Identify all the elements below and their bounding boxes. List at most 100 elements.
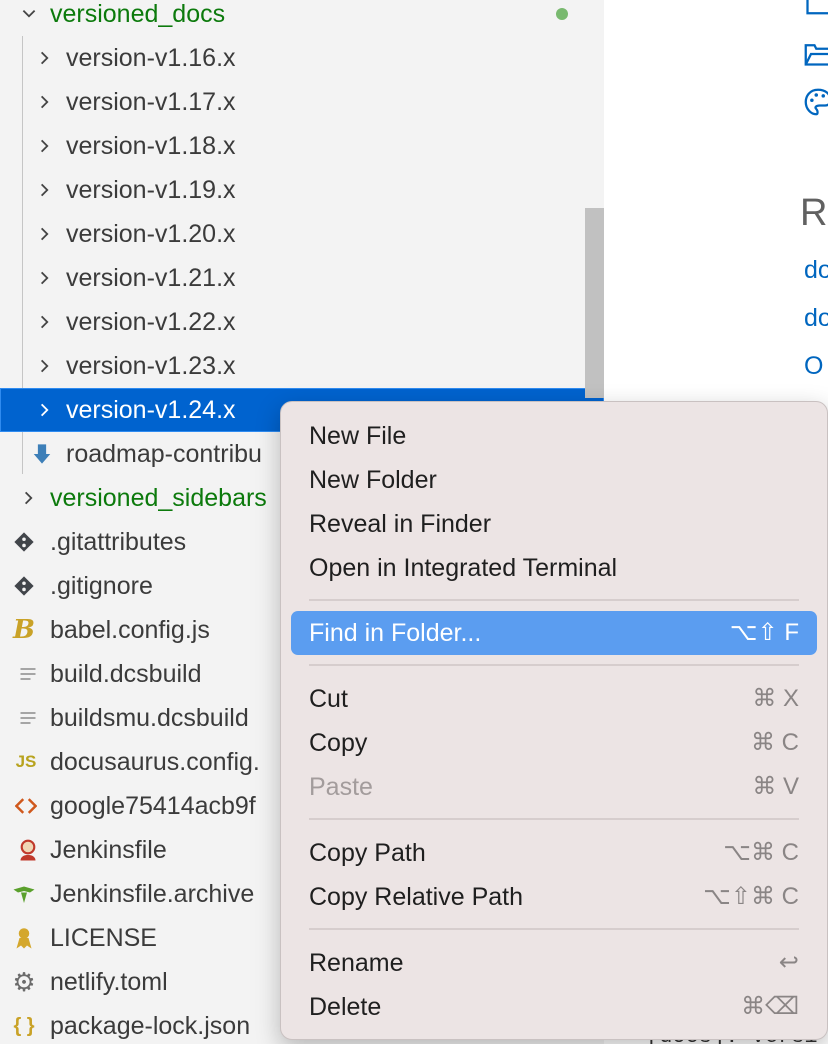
tree-item-version[interactable]: version-v1.16.x	[0, 36, 604, 80]
chevron-right-icon[interactable]	[32, 88, 58, 116]
menu-item-label: Rename	[309, 949, 404, 977]
tree-item-label: .gitattributes	[50, 528, 187, 556]
tree-item-label: build.dcsbuild	[50, 660, 202, 688]
tree-item-label: version-v1.23.x	[66, 352, 236, 380]
menu-item-label: Open in Integrated Terminal	[309, 554, 618, 582]
gear-icon: ⚙	[12, 966, 36, 997]
tree-item-label: babel.config.js	[50, 616, 210, 644]
menu-item-label: Copy Path	[309, 839, 426, 867]
tree-item-label: roadmap-contribu	[66, 440, 262, 468]
text-file-icon	[14, 704, 42, 732]
tree-item-label: version-v1.21.x	[66, 264, 236, 292]
tree-item-label: buildsmu.dcsbuild	[50, 704, 249, 732]
menu-item-label: Find in Folder...	[309, 619, 482, 647]
tree-item-label: version-v1.22.x	[66, 308, 236, 336]
chevron-right-icon[interactable]	[32, 132, 58, 160]
chevron-right-icon[interactable]	[16, 484, 42, 512]
chevron-right-icon[interactable]	[32, 396, 58, 424]
menu-item-copy[interactable]: Copy ⌘ C	[291, 721, 817, 765]
tree-item-version[interactable]: version-v1.19.x	[0, 168, 604, 212]
menu-item-copy-path[interactable]: Copy Path ⌥⌘ C	[291, 831, 817, 875]
tree-item-version[interactable]: version-v1.21.x	[0, 256, 604, 300]
menu-item-rename[interactable]: Rename ↩	[291, 941, 817, 985]
text-file-icon	[14, 660, 42, 688]
tree-item-label: version-v1.17.x	[66, 88, 236, 116]
menu-item-copy-relative-path[interactable]: Copy Relative Path ⌥⇧⌘ C	[291, 875, 817, 919]
new-file-icon[interactable]	[804, 0, 828, 22]
tree-item-label: version-v1.16.x	[66, 44, 236, 72]
tree-item-version[interactable]: version-v1.18.x	[0, 124, 604, 168]
menu-item-reveal-in-finder[interactable]: Reveal in Finder	[291, 502, 817, 546]
license-icon	[10, 924, 38, 952]
tree-item-label: version-v1.24.x	[66, 396, 236, 424]
folder-versioned-docs[interactable]: versioned_docs	[0, 0, 604, 36]
tree-item-label: version-v1.19.x	[66, 176, 236, 204]
chevron-right-icon[interactable]	[32, 264, 58, 292]
menu-item-label: Paste	[309, 773, 373, 801]
menu-item-label: Copy	[309, 729, 368, 757]
menu-item-shortcut: ⌘ C	[751, 729, 799, 756]
tree-item-label: google75414acb9f	[50, 792, 256, 820]
recent-link[interactable]: O	[804, 352, 823, 381]
tree-item-label: docusaurus.config.	[50, 748, 260, 776]
tree-item-label: .gitignore	[50, 572, 153, 600]
menu-item-shortcut: ⌘ X	[752, 685, 799, 712]
menu-item-label: New Folder	[309, 466, 437, 494]
markdown-download-icon	[28, 440, 56, 468]
menu-item-shortcut: ⌘ V	[752, 773, 799, 800]
menu-item-shortcut: ⌥⇧ F	[729, 619, 799, 646]
chevron-right-icon[interactable]	[32, 352, 58, 380]
menu-item-label: New File	[309, 422, 407, 450]
menu-item-cut[interactable]: Cut ⌘ X	[291, 677, 817, 721]
tree-item-label: package-lock.json	[50, 1012, 251, 1040]
folder-label: versioned_docs	[50, 0, 226, 28]
tree-item-label: Jenkinsfile.archive	[50, 880, 255, 908]
explorer-scrollbar[interactable]	[585, 208, 604, 398]
jenkins-archive-icon	[10, 880, 38, 908]
palette-icon[interactable]	[804, 88, 828, 116]
recent-link[interactable]: do	[804, 304, 828, 333]
chevron-down-icon[interactable]	[16, 0, 42, 28]
menu-item-shortcut: ⌥⇧⌘ C	[703, 883, 799, 910]
menu-separator	[309, 928, 799, 930]
menu-item-shortcut: ⌥⌘ C	[723, 839, 799, 866]
recent-link[interactable]: do	[804, 256, 828, 285]
git-icon	[10, 528, 38, 556]
tree-item-version[interactable]: version-v1.22.x	[0, 300, 604, 344]
menu-item-delete[interactable]: Delete ⌘⌫	[291, 985, 817, 1029]
html-icon	[12, 792, 40, 820]
menu-item-open-in-terminal[interactable]: Open in Integrated Terminal	[291, 546, 817, 590]
js-icon: JS	[15, 752, 37, 771]
menu-item-paste: Paste ⌘ V	[291, 765, 817, 809]
chevron-right-icon[interactable]	[32, 44, 58, 72]
menu-item-shortcut: ↩	[778, 949, 799, 976]
babel-icon: B	[13, 615, 35, 645]
menu-item-find-in-folder[interactable]: Find in Folder... ⌥⇧ F	[291, 611, 817, 655]
open-folder-icon[interactable]	[804, 40, 828, 68]
chevron-right-icon[interactable]	[32, 308, 58, 336]
chevron-right-icon[interactable]	[32, 220, 58, 248]
tree-item-version[interactable]: version-v1.23.x	[0, 344, 604, 388]
tree-item-version[interactable]: version-v1.17.x	[0, 80, 604, 124]
menu-item-shortcut: ⌘⌫	[741, 993, 799, 1020]
context-menu: New File New Folder Reveal in Finder Ope…	[280, 401, 828, 1040]
tree-item-label: version-v1.20.x	[66, 220, 236, 248]
menu-separator	[309, 599, 799, 601]
recent-heading: Re	[800, 192, 828, 234]
json-icon: { }	[13, 1014, 35, 1037]
git-icon	[10, 572, 38, 600]
tree-item-version[interactable]: version-v1.20.x	[0, 212, 604, 256]
menu-item-new-file[interactable]: New File	[291, 414, 817, 458]
menu-item-label: Delete	[309, 993, 382, 1021]
menu-item-new-folder[interactable]: New Folder	[291, 458, 817, 502]
menu-separator	[309, 818, 799, 820]
tree-item-label: version-v1.18.x	[66, 132, 236, 160]
git-modified-dot	[556, 8, 568, 20]
tree-item-label: netlify.toml	[50, 968, 168, 996]
menu-item-label: Cut	[309, 685, 348, 713]
menu-separator	[309, 664, 799, 666]
jenkins-icon	[14, 836, 42, 864]
tree-item-label: Jenkinsfile	[50, 836, 167, 864]
chevron-right-icon[interactable]	[32, 176, 58, 204]
tree-item-label: LICENSE	[50, 924, 157, 952]
